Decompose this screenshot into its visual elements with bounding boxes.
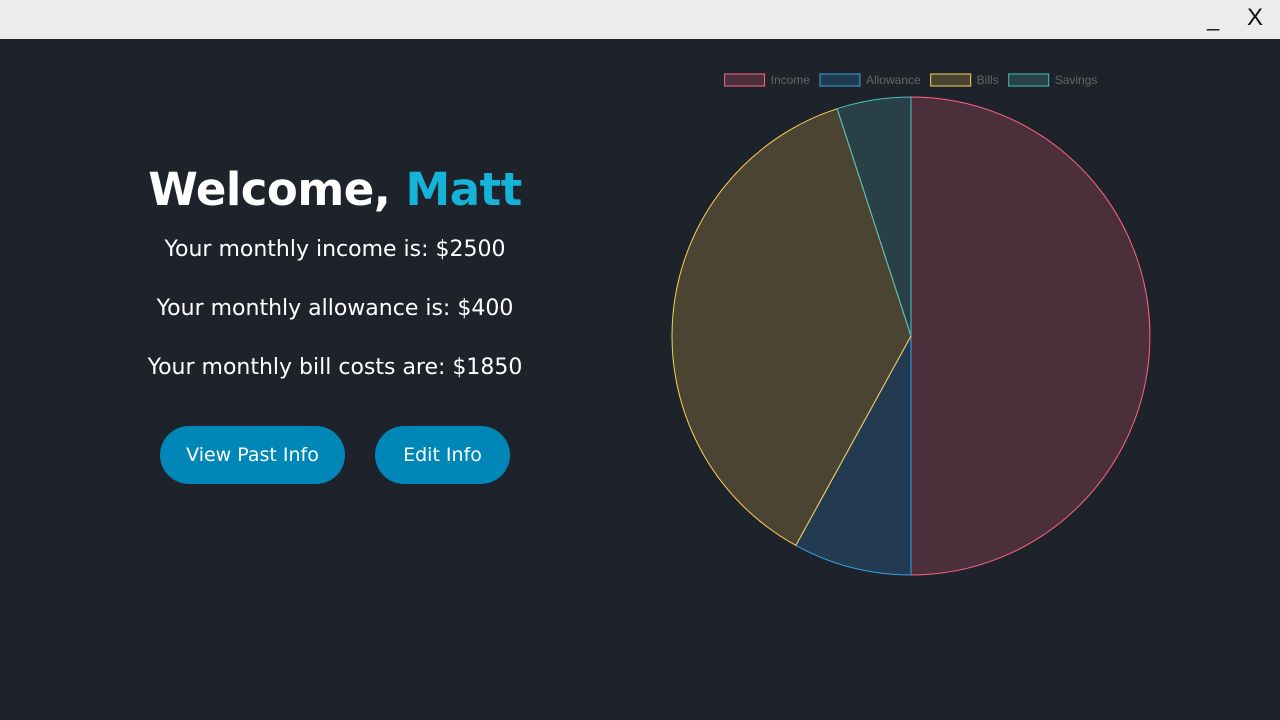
pie-slice-income[interactable] bbox=[910, 96, 1151, 576]
legend-swatch-bills[interactable] bbox=[930, 73, 972, 87]
welcome-greeting: Welcome, bbox=[148, 163, 406, 216]
legend-swatch-savings[interactable] bbox=[1008, 73, 1050, 87]
minimize-button[interactable]: _ bbox=[1207, 8, 1219, 30]
legend-label-bills[interactable]: Bills bbox=[977, 73, 999, 87]
legend-swatch-income[interactable] bbox=[724, 73, 766, 87]
edit-info-button[interactable]: Edit Info bbox=[375, 426, 510, 484]
view-past-info-button[interactable]: View Past Info bbox=[160, 426, 345, 484]
budget-pie-chart: Income Allowance Bills Savings bbox=[671, 73, 1151, 576]
legend-label-income[interactable]: Income bbox=[771, 73, 811, 87]
title-bar: _ X bbox=[0, 0, 1280, 39]
legend-swatch-allowance[interactable] bbox=[819, 73, 861, 87]
legend-label-savings[interactable]: Savings bbox=[1055, 73, 1098, 87]
user-name: Matt bbox=[405, 163, 523, 216]
legend-label-allowance[interactable]: Allowance bbox=[866, 73, 921, 87]
bills-text: Your monthly bill costs are: $1850 bbox=[147, 355, 523, 380]
close-button[interactable]: X bbox=[1247, 4, 1263, 32]
welcome-heading: Welcome, Matt bbox=[0, 163, 670, 216]
allowance-text: Your monthly allowance is: $400 bbox=[156, 296, 514, 321]
income-text: Your monthly income is: $2500 bbox=[164, 237, 506, 262]
summary-panel: Welcome, Matt Your monthly income is: $2… bbox=[0, 39, 670, 720]
